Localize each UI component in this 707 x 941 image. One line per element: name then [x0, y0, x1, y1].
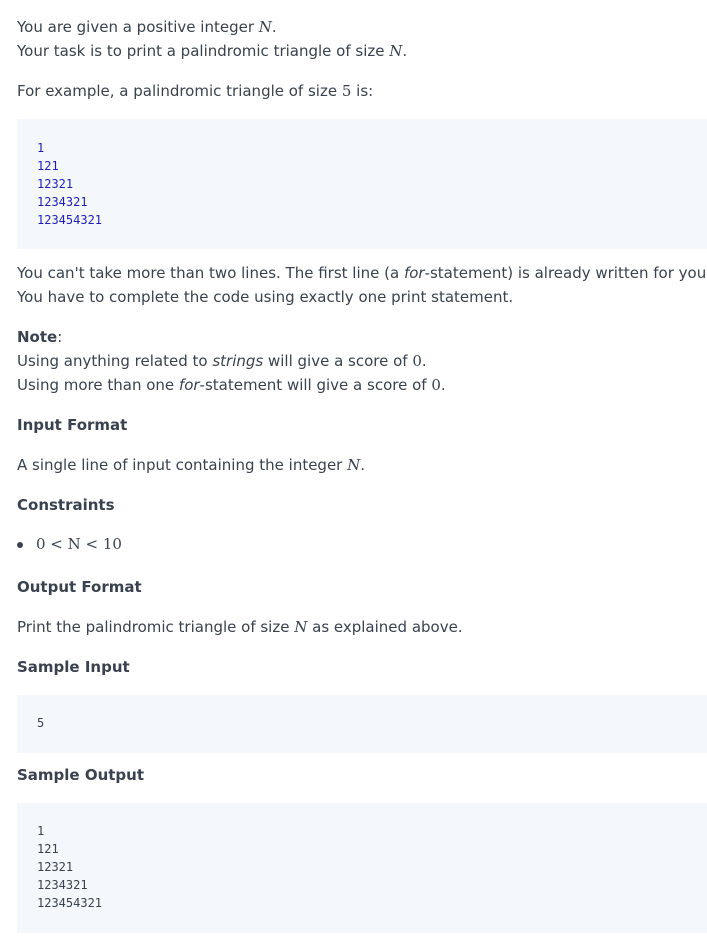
intro-line-2-end: . — [402, 42, 408, 60]
sample-output-line: 123454321 — [37, 896, 103, 910]
example-code-line: 12321 — [37, 177, 74, 191]
constraint-bullet — [17, 542, 23, 548]
restriction-line-1-em: for — [403, 264, 425, 282]
output-format-math: N — [294, 618, 308, 636]
input-format-end: . — [360, 456, 366, 474]
note-line-1-em: strings — [212, 352, 264, 370]
sample-output-heading: Sample Output — [17, 766, 145, 784]
note-line-1: Using anything related to strings will g… — [17, 349, 427, 373]
restriction-line-2: You have to complete the code using exac… — [17, 288, 514, 306]
intro-line-1-end: . — [271, 18, 277, 36]
sample-output-block: 1 121 12321 1234321 123454321 — [17, 803, 707, 933]
output-format-end: as explained above. — [307, 618, 463, 636]
input-format-math: N — [347, 456, 361, 474]
intro-line-1-math: N — [258, 18, 272, 36]
output-format-text-body: Print the palindromic triangle of size — [17, 618, 295, 636]
constraint-item: 0 < N < 10 — [36, 535, 122, 553]
note-label-colon: : — [57, 328, 63, 346]
intro-line-1: You are given a positive integer N. — [17, 15, 277, 39]
example-intro-math: 5 — [341, 82, 352, 100]
constraints-heading: Constraints — [17, 496, 115, 514]
example-code-line: 121 — [37, 159, 59, 173]
example-code-line: 1234321 — [37, 195, 88, 209]
sample-input-block: 5 — [17, 695, 707, 753]
intro-line-2: Your task is to print a palindromic tria… — [17, 39, 407, 63]
input-format-heading: Input Format — [17, 416, 128, 434]
sample-output-line: 121 — [37, 842, 59, 856]
example-intro-end: is: — [351, 82, 374, 100]
example-intro-text: For example, a palindromic triangle of s… — [17, 82, 342, 100]
restriction-line-1: You can't take more than two lines. The … — [17, 261, 707, 285]
input-format-text-body: A single line of input containing the in… — [17, 456, 348, 474]
example-code-line: 123454321 — [37, 213, 103, 227]
note-line-2: Using more than one for-statement will g… — [17, 373, 446, 397]
restriction-line-1-text: You can't take more than two lines. The … — [17, 264, 404, 282]
intro-line-1-text: You are given a positive integer — [17, 18, 259, 36]
example-intro: For example, a palindromic triangle of s… — [17, 79, 373, 103]
note-line-1-math: 0 — [412, 352, 422, 370]
note-line-1-end: . — [421, 352, 427, 370]
note-line-1-text: Using anything related to — [17, 352, 213, 370]
note-label: Note: — [17, 325, 62, 349]
example-code-line: 1 — [37, 141, 45, 155]
input-format-text: A single line of input containing the in… — [17, 453, 365, 477]
note-line-2-end: . — [440, 376, 446, 394]
intro-line-2-text: Your task is to print a palindromic tria… — [17, 42, 390, 60]
intro-line-2-math: N — [389, 42, 403, 60]
output-format-heading: Output Format — [17, 578, 142, 596]
note-line-2-text: Using more than one — [17, 376, 179, 394]
note-label-text: Note — [17, 328, 58, 346]
note-line-2-em: for — [178, 376, 200, 394]
restriction-line-1-end: -statement) is already written for you. — [424, 264, 707, 282]
sample-input-heading: Sample Input — [17, 658, 130, 676]
note-line-2-math: 0 — [431, 376, 441, 394]
sample-input-line: 5 — [37, 716, 45, 730]
note-line-1-mid: will give a score of — [263, 352, 413, 370]
example-code-block: 1 121 12321 1234321 123454321 — [17, 119, 707, 249]
sample-output-line: 12321 — [37, 860, 74, 874]
output-format-text: Print the palindromic triangle of size N… — [17, 615, 463, 639]
sample-output-line: 1234321 — [37, 878, 88, 892]
sample-output-line: 1 — [37, 824, 45, 838]
note-line-2-mid: -statement will give a score of — [199, 376, 432, 394]
